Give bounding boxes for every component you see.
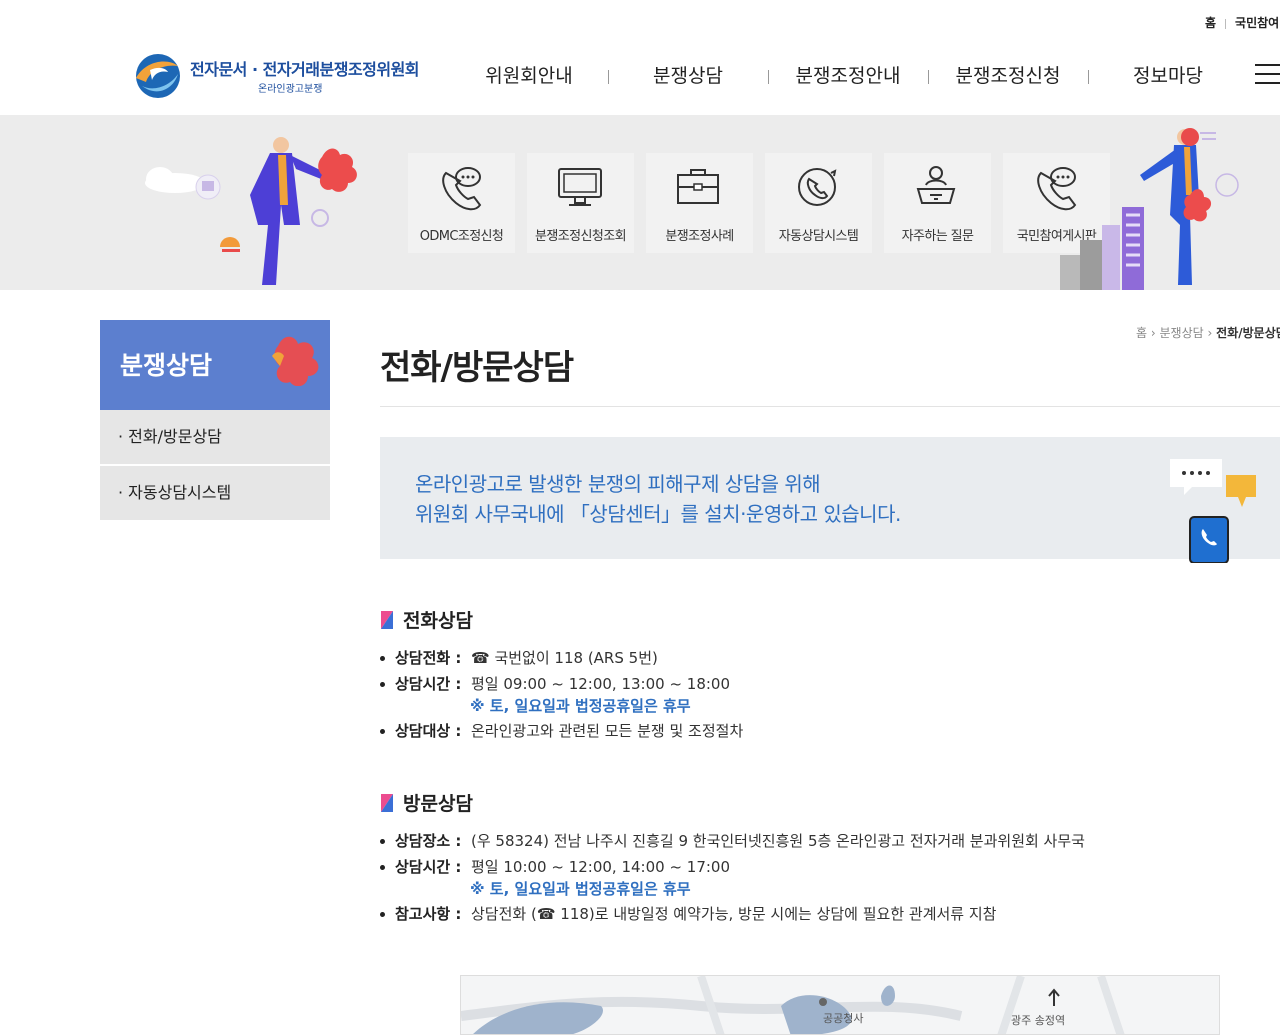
chat-phone-icon	[1170, 459, 1256, 563]
utility-nav: 홈 국민참여	[1205, 14, 1280, 32]
row-key: 상담시간 :	[395, 858, 462, 876]
menu-icon[interactable]	[1255, 64, 1280, 84]
quick-item-label: 자동상담시스템	[778, 229, 859, 244]
section-marker-icon	[381, 611, 393, 629]
quick-item-label: ODMC조정신청	[419, 229, 504, 244]
quick-item-apply-lookup[interactable]: 분쟁조정신청조회	[527, 153, 634, 253]
nav-item-mediation-apply[interactable]: 분쟁조정신청	[928, 62, 1088, 90]
phone-row-hours: 상담시간 : 평일 09:00 ~ 12:00, 13:00 ~ 18:00	[380, 673, 730, 694]
location-map[interactable]: 공공청사 광주 송정역	[460, 975, 1220, 1035]
quick-item-faq[interactable]: 자주하는 질문	[884, 153, 991, 253]
utility-divider	[1225, 18, 1227, 29]
nav-item-committee-info[interactable]: 위원회안내	[450, 62, 608, 90]
row-key: 상담시간 :	[395, 675, 462, 693]
map-label-station: 광주 송정역	[1011, 1014, 1066, 1027]
intro-line-1: 온라인광고로 발생한 분쟁의 피해구제 상담을 위해	[415, 472, 821, 496]
lnb-item-auto-consult[interactable]: · 자동상담시스템	[100, 466, 330, 520]
quick-item-cases[interactable]: 분쟁조정사례	[646, 153, 753, 253]
quick-item-odmc[interactable]: ODMC조정신청	[408, 153, 515, 253]
row-value: 평일 10:00 ~ 12:00, 14:00 ~ 17:00	[471, 858, 731, 876]
breadcrumb-separator: ›	[1150, 326, 1156, 340]
phone-row-tel: 상담전화 : ☎ 국번없이 118 (ARS 5번)	[380, 647, 658, 668]
logo-subtitle: 온라인광고분쟁	[258, 84, 323, 95]
city-businessman-illustration-icon	[1060, 128, 1239, 290]
visit-row-remark: 참고사항 : 상담전화 (☎ 118)로 내방일정 예약가능, 방문 시에는 상담…	[380, 903, 996, 924]
breadcrumb-current: 전화/방문상담	[1216, 326, 1280, 340]
logo-title: 전자문서 · 전자거래분쟁조정위원회	[190, 60, 420, 79]
visual-banner: ODMC조정신청 분쟁조정신청조회 분쟁조정사례 자동상담시스템 자주하는 질문…	[0, 115, 1280, 290]
breadcrumb: 홈 › 분쟁상담 › 전화/방문상담	[1136, 324, 1280, 341]
breadcrumb-separator: ›	[1207, 326, 1213, 340]
row-key: 상담전화 :	[395, 649, 462, 667]
phone-cycle-icon	[798, 168, 837, 206]
lnb-title: 분쟁상담	[120, 351, 213, 380]
visit-holiday-note: ※ 토, 일요일과 법정공휴일은 휴무	[470, 880, 691, 898]
phone-chat-icon	[442, 167, 482, 211]
nav-item-dispute-consult[interactable]: 분쟁상담	[608, 62, 768, 90]
section-title-text: 방문상담	[403, 793, 473, 815]
main-nav: 위원회안내 분쟁상담 분쟁조정안내 분쟁조정신청 정보마당	[450, 62, 1248, 90]
visit-row-hours: 상담시간 : 평일 10:00 ~ 12:00, 14:00 ~ 17:00	[380, 856, 730, 877]
puzzle-icon	[272, 336, 319, 386]
quick-item-auto-consult[interactable]: 자동상담시스템	[765, 153, 872, 253]
row-value: 상담전화 (☎ 118)로 내방일정 예약가능, 방문 시에는 상담에 필요한 …	[471, 905, 997, 923]
businessman-illustration-icon	[145, 137, 357, 285]
nav-item-info-board[interactable]: 정보마당	[1088, 62, 1248, 90]
page-title: 전화/방문상담	[380, 348, 574, 388]
row-value: 평일 09:00 ~ 12:00, 13:00 ~ 18:00	[471, 675, 731, 693]
monitor-icon	[558, 168, 602, 206]
intro-box: 온라인광고로 발생한 분쟁의 피해구제 상담을 위해 위원회 사무국내에 「상담…	[380, 437, 1280, 563]
quick-item-label: 분쟁조정사례	[665, 229, 734, 244]
row-key: 참고사항 :	[395, 905, 462, 923]
section-title-text: 전화상담	[403, 610, 473, 632]
quick-menu: ODMC조정신청 분쟁조정신청조회 분쟁조정사례 자동상담시스템 자주하는 질문…	[408, 153, 1122, 253]
utility-home-link[interactable]: 홈	[1205, 16, 1216, 30]
section-title-visit: 방문상담	[381, 789, 473, 816]
phone-row-target: 상담대상 : 온라인광고와 관련된 모든 분쟁 및 조정절차	[380, 720, 743, 741]
row-key: 상담장소 :	[395, 832, 462, 850]
phone-holiday-note: ※ 토, 일요일과 법정공휴일은 휴무	[470, 697, 691, 715]
utility-participation-link[interactable]: 국민참여	[1235, 16, 1279, 30]
logo-emblem-icon	[136, 54, 180, 98]
lnb-item-phone-visit[interactable]: · 전화/방문상담	[100, 410, 330, 464]
visit-row-place: 상담장소 : (우 58324) 전남 나주시 진흥길 9 한국인터넷진흥원 5층…	[380, 830, 1085, 851]
title-divider	[380, 406, 1280, 407]
lnb-header: 분쟁상담	[100, 320, 330, 410]
nav-item-mediation-info[interactable]: 분쟁조정안내	[768, 62, 928, 90]
quick-item-label: 분쟁조정신청조회	[535, 229, 626, 244]
breadcrumb-level1[interactable]: 분쟁상담	[1160, 326, 1204, 340]
row-value: 온라인광고와 관련된 모든 분쟁 및 조정절차	[471, 722, 744, 740]
quick-item-label: 자주하는 질문	[901, 229, 974, 244]
site-logo[interactable]: 전자문서 · 전자거래분쟁조정위원회 온라인광고분쟁	[128, 52, 428, 102]
row-key: 상담대상 :	[395, 722, 462, 740]
breadcrumb-home[interactable]: 홈	[1136, 326, 1147, 340]
map-roads-icon	[461, 976, 1125, 1034]
section-title-phone: 전화상담	[381, 606, 473, 633]
row-value: (우 58324) 전남 나주시 진흥길 9 한국인터넷진흥원 5층 온라인광고…	[471, 832, 1085, 850]
briefcase-icon	[677, 169, 719, 204]
question-person-icon	[916, 166, 956, 204]
intro-line-2: 위원회 사무국내에 「상담센터」를 설치·운영하고 있습니다.	[415, 502, 901, 526]
row-value: ☎ 국번없이 118 (ARS 5번)	[471, 649, 658, 667]
section-marker-icon	[381, 794, 393, 812]
